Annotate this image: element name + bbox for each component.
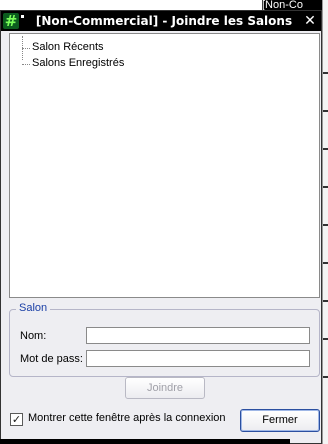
name-label: Nom: — [20, 330, 47, 342]
window-title: [Non-Commercial] - Joindre les Salons — [35, 14, 293, 28]
title-bar[interactable]: # [Non-Commercial] - Joindre les Salons … — [1, 11, 321, 31]
salon-groupbox: Salon Nom: Mot de pass: — [9, 302, 320, 377]
join-rooms-dialog: # [Non-Commercial] - Joindre les Salons … — [0, 10, 322, 444]
name-input[interactable] — [86, 327, 310, 344]
app-icon[interactable]: # — [3, 13, 19, 29]
background-window-title: [Non-Co — [262, 0, 328, 10]
tree-item-label: Salons Enregistrés — [32, 57, 125, 69]
password-label: Mot de pass: — [20, 353, 83, 365]
checkmark-icon: ✓ — [11, 413, 22, 426]
show-after-connect-label: Montrer cette fenêtre après la connexion — [28, 412, 226, 424]
title-dot — [21, 15, 24, 18]
close-button[interactable]: Fermer — [240, 409, 320, 432]
join-button[interactable]: Joindre — [125, 377, 205, 399]
tree-item-saved-rooms[interactable]: Salons Enregistrés — [10, 56, 319, 72]
password-input[interactable] — [86, 350, 310, 367]
rooms-tree[interactable]: Salon Récents Salons Enregistrés — [9, 33, 320, 298]
tree-branch-line — [22, 64, 30, 65]
tree-item-recent-rooms[interactable]: Salon Récents — [10, 40, 319, 56]
close-icon[interactable]: ✕ — [301, 12, 319, 30]
salon-group-legend: Salon — [16, 302, 51, 314]
taskbar-edge — [0, 439, 290, 444]
tree-branch-line — [22, 48, 30, 49]
tree-item-label: Salon Récents — [32, 41, 104, 53]
show-after-connect-checkbox[interactable]: ✓ — [10, 413, 23, 426]
